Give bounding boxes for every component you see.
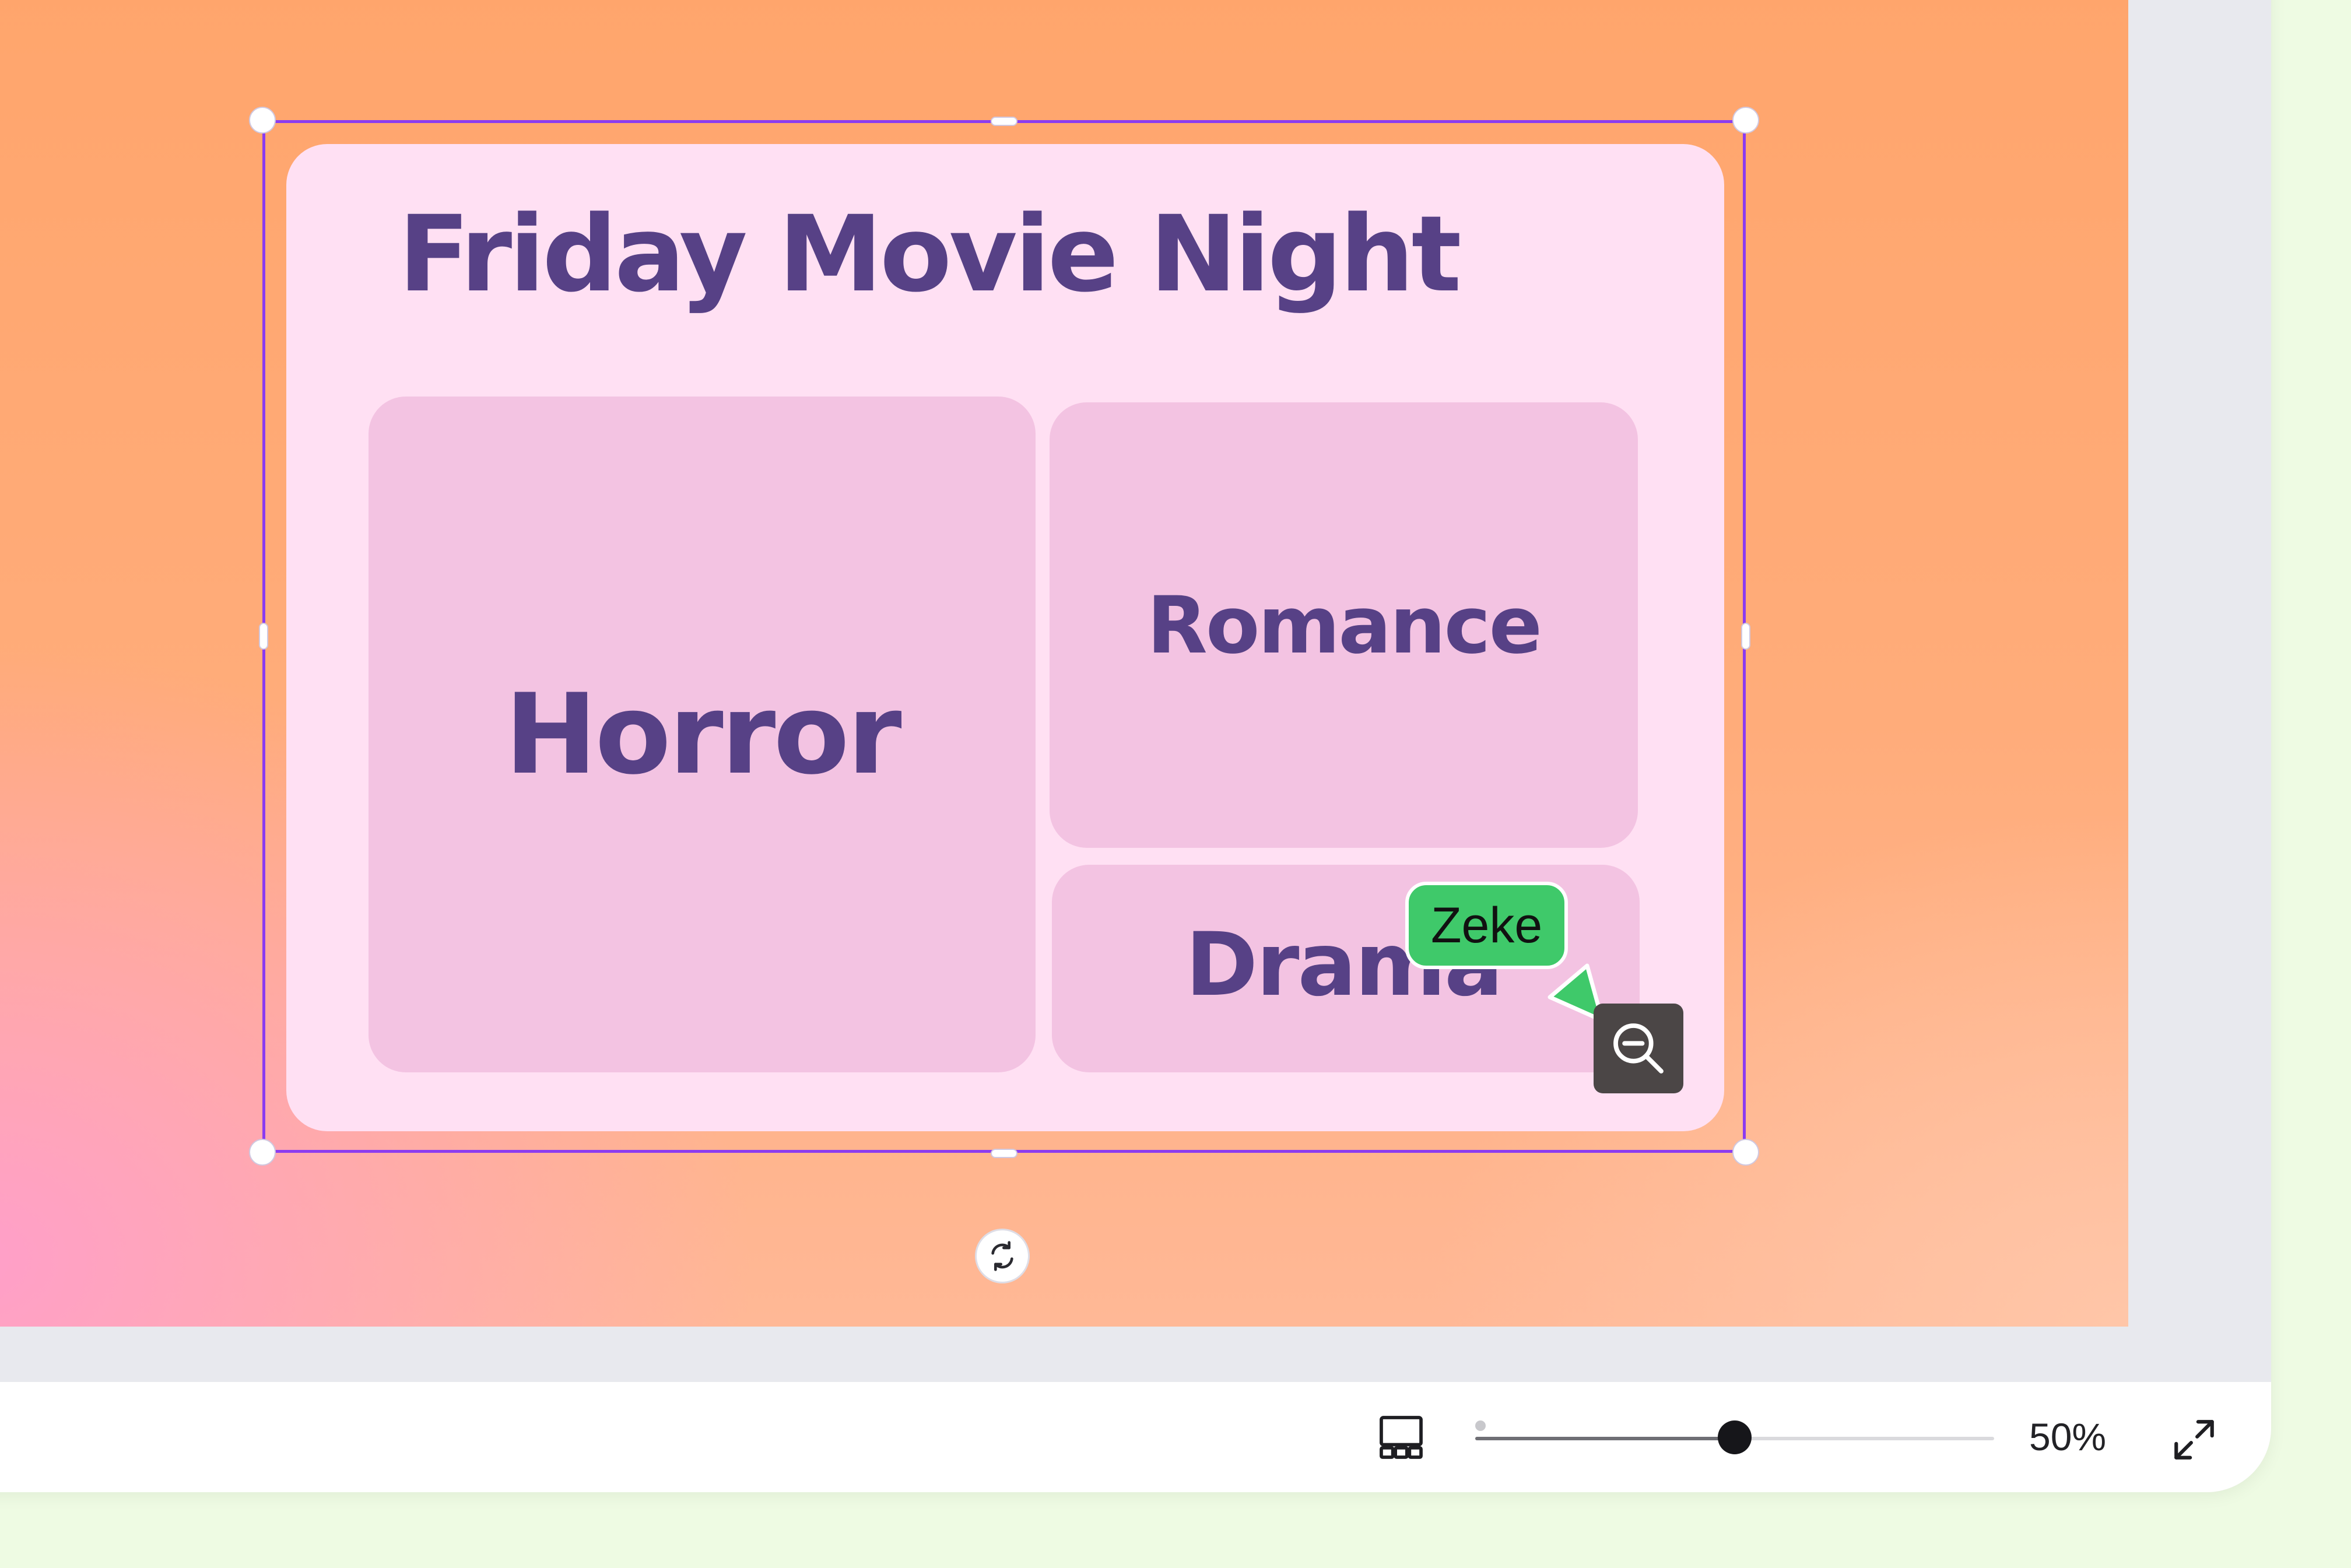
rotate-icon [991, 1241, 1013, 1271]
zoom-slider[interactable] [1475, 1413, 1994, 1460]
resize-handle-top-left[interactable] [249, 107, 276, 134]
fullscreen-button[interactable] [2170, 1416, 2218, 1464]
zoom-out-icon [1613, 1023, 1664, 1074]
slide-page[interactable]: Friday Movie Night Horror Romance Drama [0, 0, 2128, 1327]
zoom-level-label[interactable]: 50% [2029, 1408, 2106, 1466]
resize-handle-right[interactable] [1741, 623, 1750, 650]
resize-handle-top[interactable] [991, 117, 1017, 126]
zoom-out-tooltip[interactable] [1594, 1004, 1683, 1093]
grid-view-button[interactable] [1376, 1412, 1426, 1462]
zoom-slider-start-marker [1475, 1420, 1486, 1431]
rotate-button[interactable] [975, 1229, 1030, 1283]
app-window: Friday Movie Night Horror Romance Drama [0, 0, 2271, 1492]
grid-view-icon [1380, 1416, 1423, 1459]
resize-handle-bottom-right[interactable] [1732, 1139, 1759, 1166]
zoom-slider-thumb[interactable] [1718, 1420, 1752, 1454]
selection-box [262, 120, 1746, 1153]
zoom-slider-fill [1475, 1437, 1735, 1440]
bottom-toolbar: 50% [0, 1382, 2271, 1492]
resize-handle-top-right[interactable] [1732, 107, 1759, 134]
fullscreen-icon [2174, 1420, 2214, 1460]
resize-handle-left[interactable] [259, 623, 268, 650]
editor-canvas[interactable]: Friday Movie Night Horror Romance Drama [0, 0, 2254, 1382]
collaborator-name-tag: Zeke [1405, 882, 1568, 969]
resize-handle-bottom[interactable] [991, 1149, 1017, 1158]
resize-handle-bottom-left[interactable] [249, 1139, 276, 1166]
